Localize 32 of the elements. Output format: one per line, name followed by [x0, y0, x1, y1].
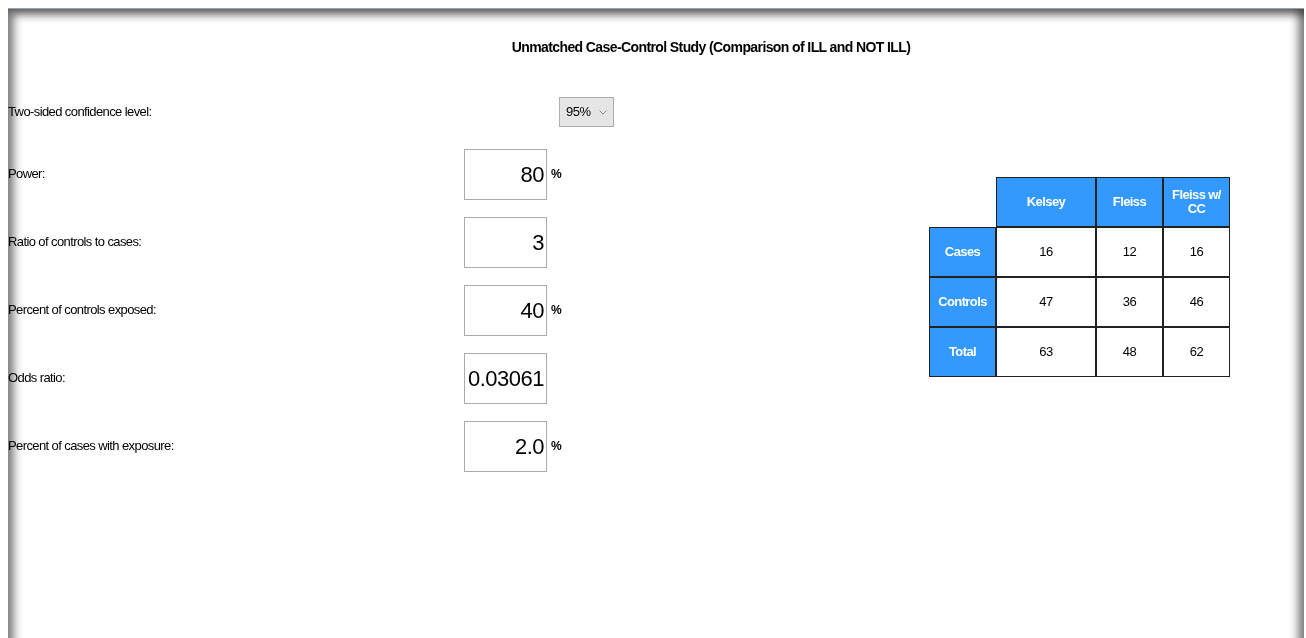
table-cell: 12	[1096, 227, 1163, 277]
number-field[interactable]: 40	[464, 284, 547, 336]
field-label: Percent of controls exposed:	[8, 301, 157, 320]
chevron-down-icon	[598, 109, 607, 115]
number-field[interactable]: 80	[464, 148, 547, 200]
table-cell: 46	[1163, 277, 1230, 327]
row-header: Controls	[929, 277, 996, 327]
table-cell: 16	[996, 227, 1096, 277]
percent-unit: %	[551, 166, 562, 183]
percent-unit: %	[551, 438, 562, 455]
row-header: Total	[929, 327, 996, 377]
row-header: Cases	[929, 227, 996, 277]
column-header: Fleiss w/ CC	[1163, 177, 1230, 227]
field-label: Ratio of controls to cases:	[8, 233, 143, 252]
number-field[interactable]: 2.0	[464, 420, 547, 472]
column-header: Fleiss	[1096, 177, 1163, 227]
table-cell: 47	[996, 277, 1096, 327]
column-header: Kelsey	[996, 177, 1096, 227]
table-cell: 16	[1163, 227, 1230, 277]
field-label: Power:	[8, 165, 46, 184]
table-cell: 63	[996, 327, 1096, 377]
table-cell: 48	[1096, 327, 1163, 377]
field-label: Percent of cases with exposure:	[8, 437, 175, 456]
percent-unit: %	[551, 302, 562, 319]
field-label: Odds ratio:	[8, 369, 66, 388]
number-field[interactable]: 3	[464, 216, 547, 268]
table-cell: 62	[1163, 327, 1230, 377]
field-label: Two-sided confidence level:	[8, 103, 153, 122]
study-title: Unmatched Case-Control Study (Comparison of ILL and NOT ILL)	[511, 38, 911, 57]
confidence-dropdown[interactable]: 95%	[559, 97, 614, 127]
table-cell: 36	[1096, 277, 1163, 327]
number-field[interactable]: 0.03061	[464, 352, 547, 404]
